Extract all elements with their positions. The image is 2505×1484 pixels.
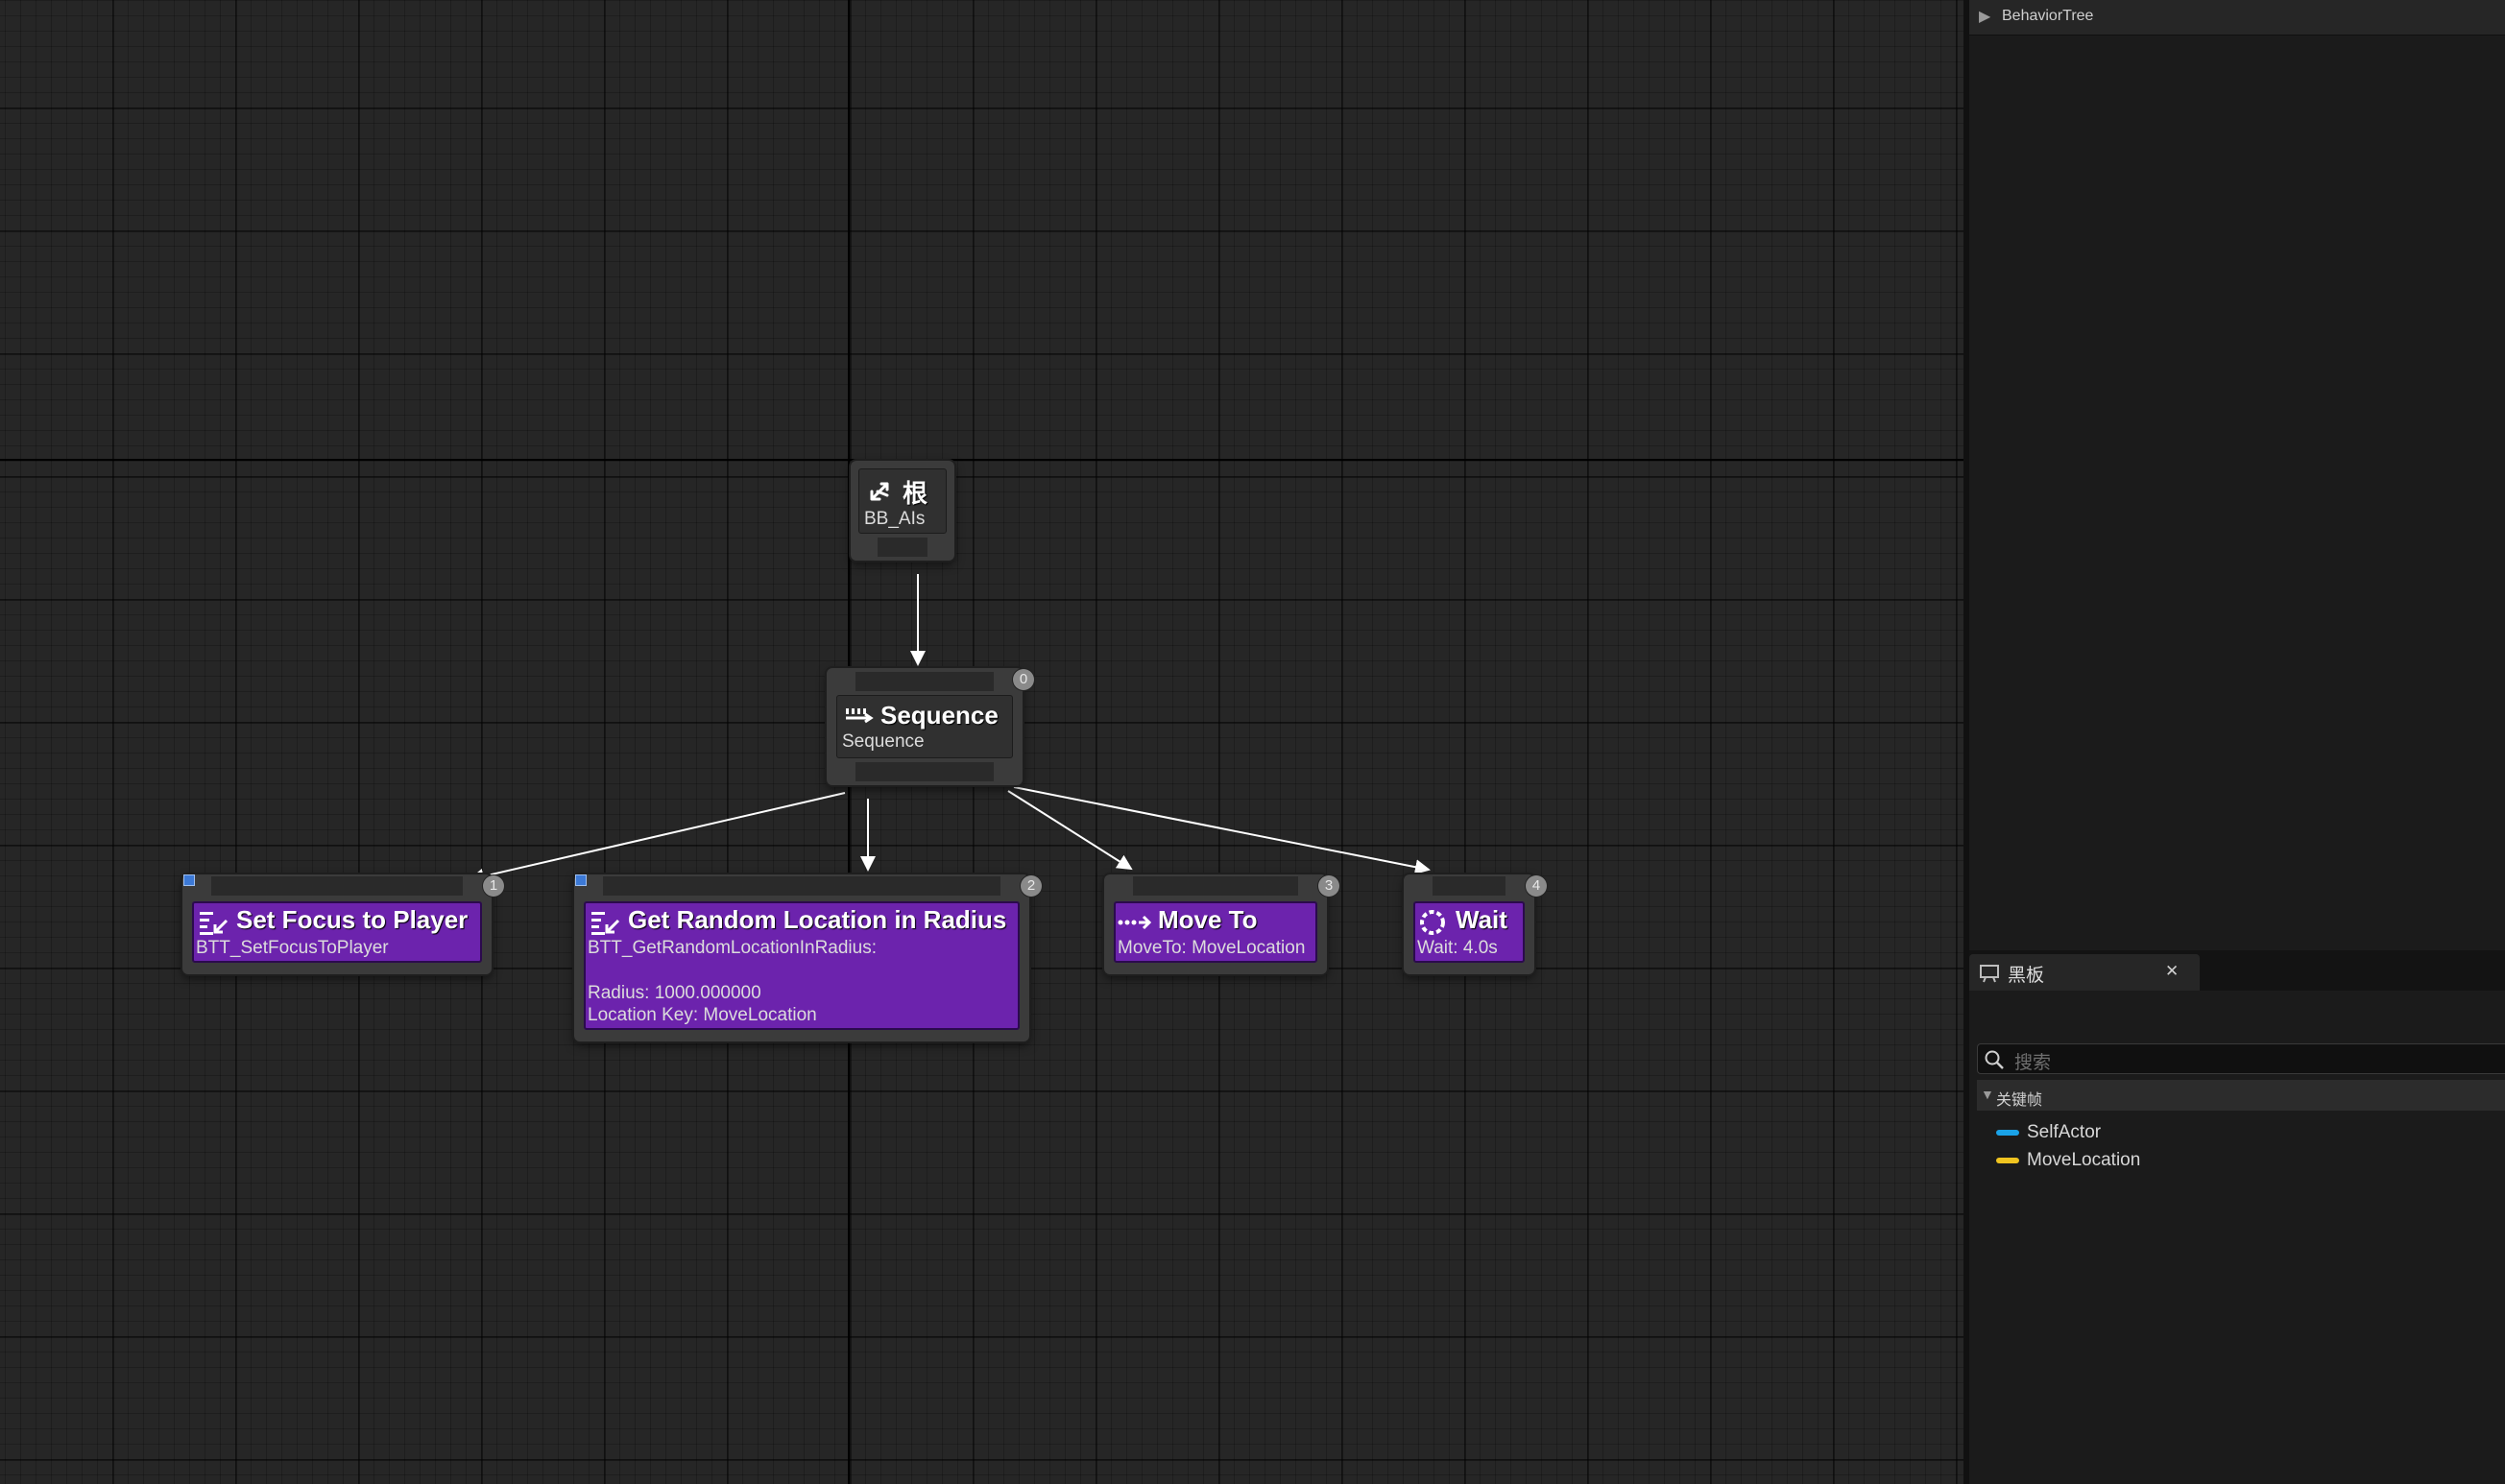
- key-type-swatch: [1996, 1130, 2019, 1136]
- search-placeholder: 搜索: [2014, 1053, 2052, 1073]
- behavior-tree-graph[interactable]: 根 BB_AIs Sequence Sequence 0 Set Focus t…: [0, 0, 1963, 1484]
- task-icon: [200, 912, 229, 935]
- root-subtitle: BB_AIs: [864, 509, 926, 529]
- collapse-arrow-icon[interactable]: ▼: [1981, 1087, 1994, 1102]
- task-node-set-focus-to-player[interactable]: Set Focus to Player BTT_SetFocusToPlayer…: [182, 874, 504, 974]
- task-node-move-to[interactable]: Move To MoveTo: MoveLocation 3: [1104, 874, 1339, 974]
- root-node[interactable]: 根 BB_AIs: [851, 461, 954, 561]
- sequence-title: Sequence: [880, 701, 999, 730]
- root-title: 根: [903, 479, 928, 508]
- sequence-node[interactable]: Sequence Sequence 0: [827, 668, 1034, 785]
- execution-index-badge: 2: [1021, 875, 1042, 897]
- execution-index-badge: 3: [1318, 875, 1339, 897]
- task-title: Move To: [1158, 905, 1258, 934]
- execution-index-badge: 0: [1013, 669, 1034, 690]
- expand-arrow-icon[interactable]: ▶: [1979, 7, 1990, 26]
- breakpoint-flag-icon: [183, 874, 195, 886]
- blackboard-key-selfactor[interactable]: SelfActor: [1969, 1119, 2505, 1146]
- task-description-line: Radius: 1000.000000: [588, 983, 761, 1003]
- edge-sequence-to-set-focus: [469, 792, 846, 884]
- category-label: 关键帧: [1996, 1092, 2043, 1109]
- blackboard-key-movelocation[interactable]: MoveLocation: [1969, 1147, 2505, 1174]
- blackboard-panel: 黑板 ✕ 搜索 ▼ 关键帧 SelfActor MoveLocation: [1963, 950, 2505, 1484]
- task-description-line: MoveTo: MoveLocation: [1118, 938, 1306, 958]
- key-name: SelfActor: [2027, 1122, 2102, 1142]
- search-icon: [1985, 1050, 2004, 1069]
- task-title: Wait: [1456, 905, 1507, 934]
- details-panel: ▶ BehaviorTree: [1963, 0, 2505, 950]
- move-to-icon: [1118, 915, 1152, 930]
- execution-index-badge: 1: [483, 875, 504, 897]
- key-name: MoveLocation: [2027, 1150, 2141, 1170]
- edge-sequence-to-wait: [1013, 786, 1431, 875]
- blackboard-keys-category[interactable]: ▼ 关键帧: [1977, 1080, 2505, 1111]
- root-icon: [870, 482, 889, 501]
- blackboard-search-box[interactable]: 搜索: [1977, 1043, 2505, 1074]
- sequence-subtitle: Sequence: [842, 731, 925, 752]
- task-description-line: Wait: 4.0s: [1417, 938, 1498, 958]
- sequence-icon: [846, 708, 874, 724]
- task-description-line: Location Key: MoveLocation: [588, 1005, 817, 1025]
- execution-index-badge: 4: [1526, 875, 1547, 897]
- task-node-get-random-location[interactable]: Get Random Location in Radius BTT_GetRan…: [574, 874, 1042, 1041]
- task-icon: [591, 912, 620, 935]
- edge-sequence-to-move-to: [1007, 790, 1133, 871]
- task-description-line: BTT_SetFocusToPlayer: [196, 938, 389, 958]
- task-node-wait[interactable]: Wait Wait: 4.0s 4: [1404, 874, 1547, 974]
- details-category-header[interactable]: ▶ BehaviorTree: [1969, 0, 2505, 36]
- details-category-label: BehaviorTree: [2002, 8, 2094, 24]
- blackboard-tab[interactable]: 黑板 ✕: [1969, 954, 2200, 991]
- blackboard-icon: [1980, 965, 1999, 983]
- task-description-line: BTT_GetRandomLocationInRadius:: [588, 938, 877, 958]
- close-icon[interactable]: ✕: [2165, 962, 2179, 981]
- task-title: Set Focus to Player: [236, 905, 469, 934]
- key-type-swatch: [1996, 1158, 2019, 1163]
- wait-icon: [1420, 910, 1445, 935]
- breakpoint-flag-icon: [575, 874, 587, 886]
- blackboard-tab-label: 黑板: [2008, 966, 2045, 986]
- task-title: Get Random Location in Radius: [628, 905, 1007, 934]
- blackboard-tab-bar: 黑板 ✕: [1969, 950, 2505, 991]
